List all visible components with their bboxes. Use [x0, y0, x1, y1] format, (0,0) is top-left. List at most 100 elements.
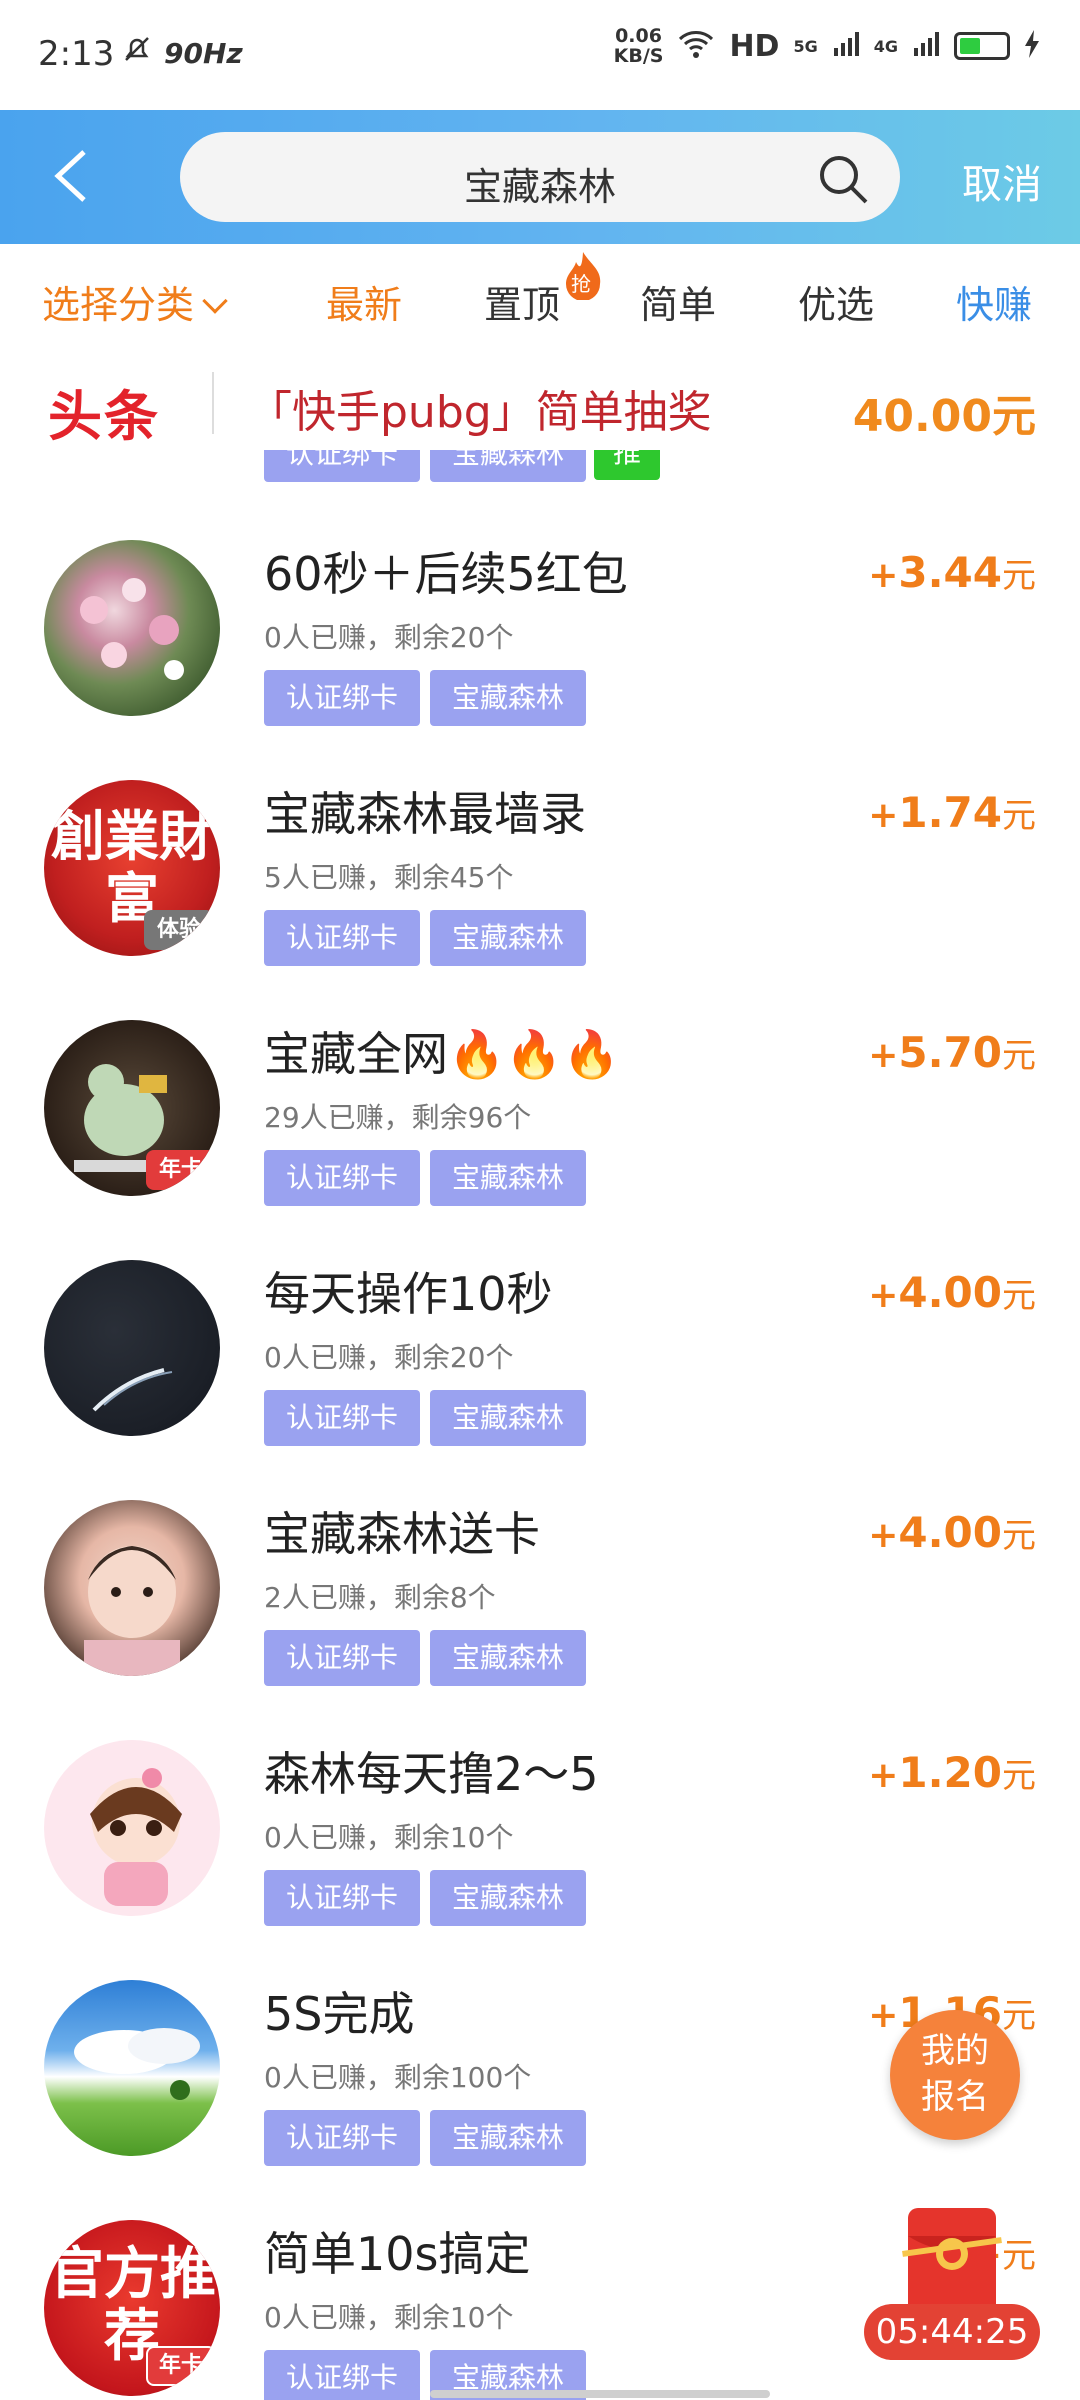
wifi-icon: [677, 29, 715, 63]
tag-category: 宝藏森林: [430, 1150, 586, 1206]
search-icon[interactable]: [816, 152, 870, 206]
tag-verify: 认证绑卡: [264, 1150, 420, 1206]
charging-icon: [1024, 30, 1040, 62]
item-title: 每天操作10秒: [264, 1267, 553, 1321]
tag-verify: 认证绑卡: [264, 2350, 420, 2400]
signal-icon-1: [832, 30, 860, 62]
tab-quick-earn[interactable]: 快赚: [956, 274, 1032, 329]
reward-unit: 元: [1002, 556, 1036, 596]
tag-category: 宝藏森林: [430, 450, 586, 482]
reward-plus: +: [868, 555, 899, 596]
cancel-button[interactable]: 取消: [962, 152, 1042, 210]
tag-verify: 认证绑卡: [264, 2110, 420, 2166]
avatar: [44, 1740, 220, 1916]
list-item[interactable]: 宝藏森林送卡 2人已赚，剩余8个 认证绑卡 宝藏森林 +4.00元: [0, 1450, 1080, 1690]
partial-row: 认证绑卡 宝藏森林 推: [0, 450, 1080, 490]
reward-unit: 元: [1002, 2236, 1036, 2276]
reward-unit: 元: [1002, 1996, 1036, 2036]
item-title: 60秒＋后续5红包: [264, 547, 628, 601]
list-item[interactable]: 年卡 宝藏全网🔥🔥🔥 29人已赚，剩余96个 认证绑卡 宝藏森林 +5.70元: [0, 970, 1080, 1210]
avatar: 創業財富 体验: [44, 780, 220, 956]
reward-amount: 3.44: [898, 548, 1002, 597]
reward-plus: +: [868, 1755, 899, 1796]
item-stats: 29人已赚，剩余96个: [264, 1101, 532, 1134]
tag-category: 宝藏森林: [430, 1390, 586, 1446]
item-stats: 0人已赚，剩余100个: [264, 2061, 532, 2094]
my-signup-button[interactable]: 我的报名: [890, 2010, 1020, 2140]
item-reward: +4.00元: [868, 1268, 1036, 1317]
list-item[interactable]: 60秒＋后续5红包 0人已赚，剩余20个 认证绑卡 宝藏森林 +3.44元: [0, 490, 1080, 730]
headline-amount: 40.00元: [852, 391, 1036, 442]
item-title: 宝藏全网🔥🔥🔥: [264, 1027, 620, 1081]
status-bar: 2:13 90Hz 0.06 KB/S HD 5G 4G: [0, 0, 1080, 110]
hot-badge-label: 抢: [571, 272, 591, 296]
status-right: 0.06 KB/S HD 5G 4G: [614, 26, 1040, 66]
tab-latest[interactable]: 最新: [326, 274, 402, 329]
item-title: 宝藏森林送卡: [264, 1507, 540, 1561]
tag-recommend: 推: [594, 450, 660, 480]
reward-amount: 5.70: [898, 1028, 1002, 1077]
tag-verify: 认证绑卡: [264, 1630, 420, 1686]
item-reward: +5.70元: [868, 1028, 1036, 1077]
tab-select-category[interactable]: 选择分类: [42, 274, 228, 329]
tag-verify: 认证绑卡: [264, 910, 420, 966]
tab-pinned[interactable]: 置顶: [484, 274, 560, 329]
avatar: [44, 1500, 220, 1676]
avatar: 年卡: [44, 1020, 220, 1196]
headline-logo: 头条: [48, 385, 160, 448]
tag-category: 宝藏森林: [430, 1870, 586, 1926]
reward-plus: +: [868, 1035, 899, 1076]
avatar: 官方推荐 年卡: [44, 2220, 220, 2396]
net1-label: 5G: [793, 36, 818, 56]
avatar-badge: 年卡: [146, 2346, 216, 2386]
net-speed-value: 0.06: [615, 25, 662, 47]
back-arrow-icon: [54, 150, 86, 202]
item-reward: +1.20元: [868, 1748, 1036, 1797]
headline-divider: [212, 372, 214, 434]
tag-verify: 认证绑卡: [264, 450, 420, 482]
item-stats: 5人已赚，剩余45个: [264, 861, 514, 894]
item-stats: 0人已赚，剩余20个: [264, 621, 514, 654]
home-indicator: [430, 2390, 770, 2398]
item-reward: +1.74元: [868, 788, 1036, 837]
tag-category: 宝藏森林: [430, 670, 586, 726]
signal-icon-2: [912, 30, 940, 62]
net-speed-unit: KB/S: [613, 45, 664, 67]
my-signup-label: 我的报名: [921, 2031, 989, 2117]
tag-category: 宝藏森林: [430, 1630, 586, 1686]
reward-plus: +: [868, 795, 899, 836]
reward-unit: 元: [1002, 1036, 1036, 1076]
item-reward: +3.44元: [868, 548, 1036, 597]
list-item[interactable]: 創業財富 体验 宝藏森林最墙录 5人已赚，剩余45个 认证绑卡 宝藏森林 +1.…: [0, 730, 1080, 970]
tab-preferred[interactable]: 优选: [798, 274, 874, 329]
item-title: 5S完成: [264, 1987, 415, 2041]
tag-verify: 认证绑卡: [264, 1870, 420, 1926]
avatar: [44, 540, 220, 716]
battery-icon: [954, 32, 1010, 60]
list-item[interactable]: 每天操作10秒 0人已赚，剩余20个 认证绑卡 宝藏森林 +4.00元: [0, 1210, 1080, 1450]
avatar: [44, 1980, 220, 2156]
avatar: [44, 1260, 220, 1436]
chevron-down-icon: [202, 288, 228, 314]
reward-unit: 元: [1002, 1276, 1036, 1316]
reward-amount: 4.00: [898, 1508, 1002, 1557]
list-item[interactable]: 森林每天撸2～5 0人已赚，剩余10个 认证绑卡 宝藏森林 +1.20元: [0, 1690, 1080, 1930]
headline-text: 「快手pubg」简单抽奖: [248, 387, 712, 438]
tab-simple[interactable]: 简单: [640, 274, 716, 329]
reward-plus: +: [868, 1515, 899, 1556]
net-speed: 0.06 KB/S: [614, 26, 664, 66]
item-stats: 0人已赚，剩余10个: [264, 2301, 514, 2334]
reward-plus: +: [868, 1275, 899, 1316]
status-left-icons: 90Hz: [122, 34, 243, 72]
back-button[interactable]: [46, 146, 106, 206]
headline-banner[interactable]: 头条 「快手pubg」简单抽奖 40.00元: [0, 356, 1080, 450]
tag-category: 宝藏森林: [430, 910, 586, 966]
reward-amount: 1.20: [898, 1748, 1002, 1797]
tab-select-category-label: 选择分类: [42, 283, 195, 327]
search-input[interactable]: 宝藏森林: [180, 132, 900, 222]
avatar-badge: 体验: [144, 910, 214, 950]
reward-unit: 元: [1002, 1516, 1036, 1556]
status-time: 2:13: [38, 34, 115, 74]
item-stats: 0人已赚，剩余10个: [264, 1821, 514, 1854]
reward-amount: 1.74: [898, 788, 1002, 837]
